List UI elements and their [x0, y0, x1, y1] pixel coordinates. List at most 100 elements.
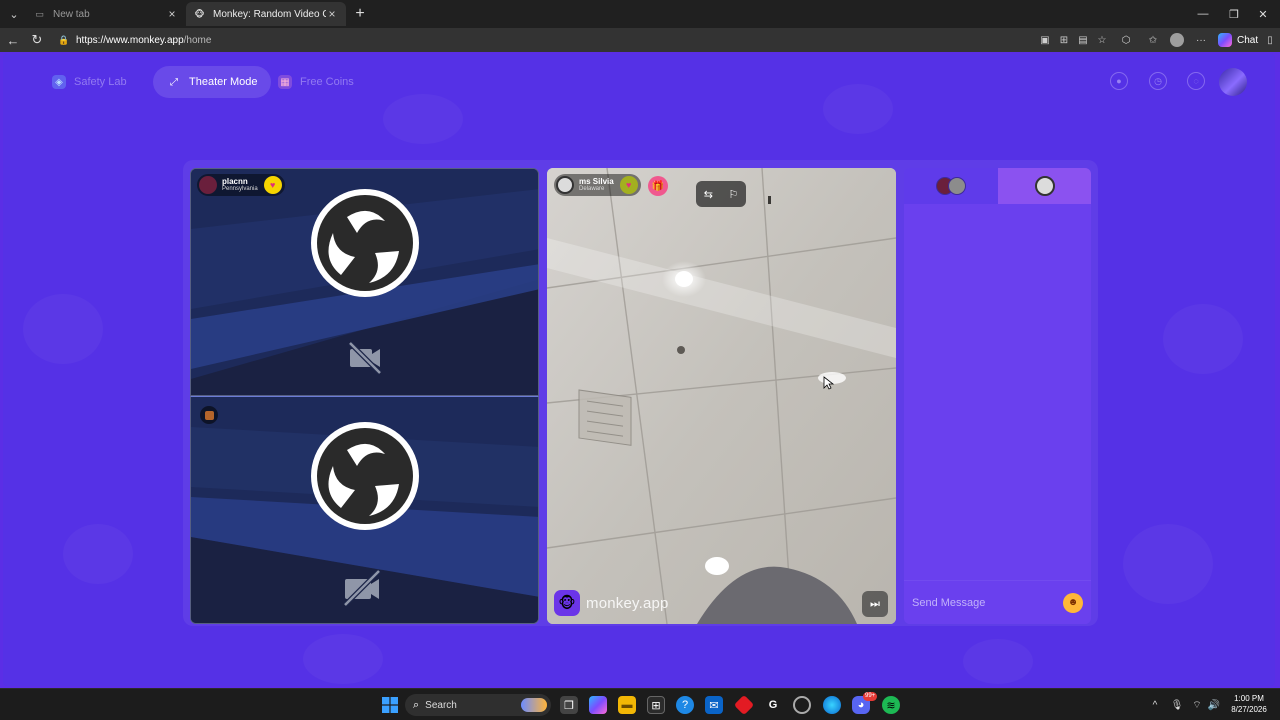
favorite-star-icon[interactable]: ☆ [1095, 33, 1109, 47]
monkey-logo-icon: 🐵 [554, 590, 580, 616]
search-highlight-icon [521, 698, 547, 712]
tab-label: New tab [53, 8, 90, 20]
search-icon: ⌕ [413, 698, 420, 711]
chat-tab-group[interactable] [904, 168, 998, 204]
tab-monkey[interactable]: 🐵 Monkey: Random Video Chat × [186, 2, 346, 26]
url-path: /home [183, 34, 212, 46]
free-coins-button[interactable]: ▦ Free Coins [264, 66, 368, 98]
expand-icon: ⤢ [170, 76, 178, 88]
wifi-icon[interactable]: ⌔ [1190, 698, 1204, 712]
free-coins-label: Free Coins [300, 76, 354, 88]
address-bar-row: ← ↻ 🔒 https://www.monkey.app /home ▣ ⊞ ▤… [0, 28, 1280, 52]
clock-date: 8/27/2026 [1231, 705, 1267, 714]
location: Pennsylvania [222, 186, 258, 192]
reader-icon[interactable]: ▤ [1076, 33, 1090, 47]
gift-badge-icon[interactable]: 🎁 [648, 176, 668, 196]
user-icon[interactable]: ● [1110, 72, 1128, 90]
taskbar-search-label: Search [425, 699, 457, 711]
page-icon: ▭ [35, 8, 44, 19]
app-red-icon[interactable] [733, 694, 755, 716]
profile-avatar[interactable] [1219, 68, 1247, 96]
windows-taskbar: ⌕ Search ❐ ▬ ⊞ ? ✉ G ◕ 99+ ≋ ^ 🎙 ⌔ 🔊 1:0… [0, 688, 1280, 720]
edge-icon[interactable] [823, 696, 841, 714]
monkey-watermark: 🐵 monkey.app [554, 590, 669, 616]
back-icon[interactable]: ← [4, 31, 22, 49]
tab-list-button[interactable]: ⌄ [4, 4, 24, 24]
theater-mode-label: Theater Mode [189, 76, 258, 88]
copilot-label: Chat [1237, 34, 1259, 46]
url-field[interactable]: 🔒 https://www.monkey.app /home [52, 30, 1202, 50]
windows-start-icon[interactable] [381, 696, 399, 714]
emoji-icon[interactable]: ☻ [1063, 592, 1083, 613]
copilot-taskbar-icon[interactable] [589, 696, 607, 714]
close-window-icon[interactable]: ✕ [1246, 0, 1280, 28]
favorites-icon[interactable]: ✩ [1146, 33, 1160, 47]
report-icon[interactable]: ⚐ [728, 188, 738, 201]
username: placnn [222, 177, 248, 186]
sidebar-toggle-icon[interactable]: ▯ [1263, 33, 1277, 47]
self-indicator-icon [200, 406, 218, 424]
mail-icon[interactable]: ✉ [705, 696, 723, 714]
extensions-icon[interactable]: ⬡ [1119, 33, 1133, 47]
app-icon[interactable]: ⊞ [1057, 33, 1071, 47]
watermark-text: monkey.app [586, 594, 669, 612]
safety-lab-label: Safety Lab [74, 76, 127, 88]
skip-button[interactable]: ⏭ [862, 591, 888, 617]
clock-time: 1:00 PM [1234, 694, 1264, 703]
safety-lab-button[interactable]: ◈ Safety Lab [38, 66, 141, 98]
more-menu-icon[interactable]: ··· [1194, 33, 1208, 47]
theater-mode-button[interactable]: ⤢ Theater Mode [153, 66, 272, 98]
heart-badge-icon[interactable]: ♥ [263, 176, 282, 194]
heart-badge-icon[interactable]: ♥ [619, 176, 638, 194]
lock-icon: 🔒 [58, 34, 70, 45]
shield-icon: ◈ [52, 75, 66, 89]
location: Delaware [579, 186, 605, 192]
close-icon[interactable]: × [166, 7, 178, 21]
chat-panel: Send Message ☻ [904, 168, 1091, 624]
task-view-icon[interactable]: ❐ [560, 696, 578, 714]
partner-user-chip[interactable]: placnn Pennsylvania ♥ [197, 174, 285, 196]
history-icon[interactable]: ◷ [1149, 72, 1167, 90]
camera-icon[interactable]: ▣ [1038, 33, 1052, 47]
send-message-field[interactable]: Send Message ☻ [904, 580, 1091, 624]
chat-tab-partner[interactable] [998, 168, 1091, 204]
minimize-icon[interactable]: — [1186, 0, 1220, 28]
avatar [556, 176, 574, 194]
send-message-placeholder: Send Message [912, 596, 986, 609]
avatar [199, 176, 217, 194]
switch-camera-icon[interactable]: ⇆ [704, 188, 713, 201]
tray-overflow-icon[interactable]: ^ [1148, 698, 1162, 712]
copilot-chat-button[interactable]: Chat [1218, 32, 1258, 48]
camera-off-icon [346, 339, 384, 377]
store-icon[interactable]: ⊞ [647, 696, 665, 714]
username: ms Silvia [579, 177, 614, 186]
microphone-icon[interactable]: 🎙 [1170, 698, 1184, 712]
refresh-icon[interactable]: ↻ [28, 31, 46, 49]
ceiling-video-frame [547, 168, 896, 624]
browser-profile-avatar[interactable] [1170, 33, 1184, 47]
volume-icon[interactable]: 🔊 [1207, 698, 1221, 712]
camera-off-icon [341, 567, 383, 609]
tab-new-tab[interactable]: ▭ New tab × [26, 2, 186, 26]
help-icon[interactable]: ? [676, 696, 694, 714]
chat-bubble-icon[interactable]: ◌ [1187, 72, 1205, 90]
close-icon[interactable]: × [326, 7, 338, 21]
bottom-video-feed [190, 396, 539, 624]
app-chrome-icon[interactable] [793, 696, 811, 714]
tab-label: Monkey: Random Video Chat [213, 8, 326, 20]
mouse-cursor-icon [823, 376, 835, 390]
url-host: https://www.monkey.app [76, 34, 184, 46]
gift-icon: ▦ [278, 75, 292, 89]
avatar [1035, 176, 1055, 196]
new-tab-button[interactable]: + [350, 4, 370, 24]
taskbar-search[interactable]: ⌕ Search [405, 694, 551, 716]
spotify-icon[interactable]: ≋ [882, 696, 900, 714]
partner-controls: ⇆ ⚐ [696, 181, 746, 207]
file-explorer-icon[interactable]: ▬ [618, 696, 636, 714]
obs-logo-icon [311, 189, 419, 297]
copilot-icon [1218, 33, 1232, 47]
stranger-user-chip[interactable]: ms Silvia Delaware ♥ [554, 174, 641, 196]
system-clock[interactable]: 1:00 PM 8/27/2026 [1224, 693, 1274, 715]
monkey-favicon-icon: 🐵 [194, 8, 205, 19]
app-g-icon[interactable]: G [764, 696, 782, 714]
